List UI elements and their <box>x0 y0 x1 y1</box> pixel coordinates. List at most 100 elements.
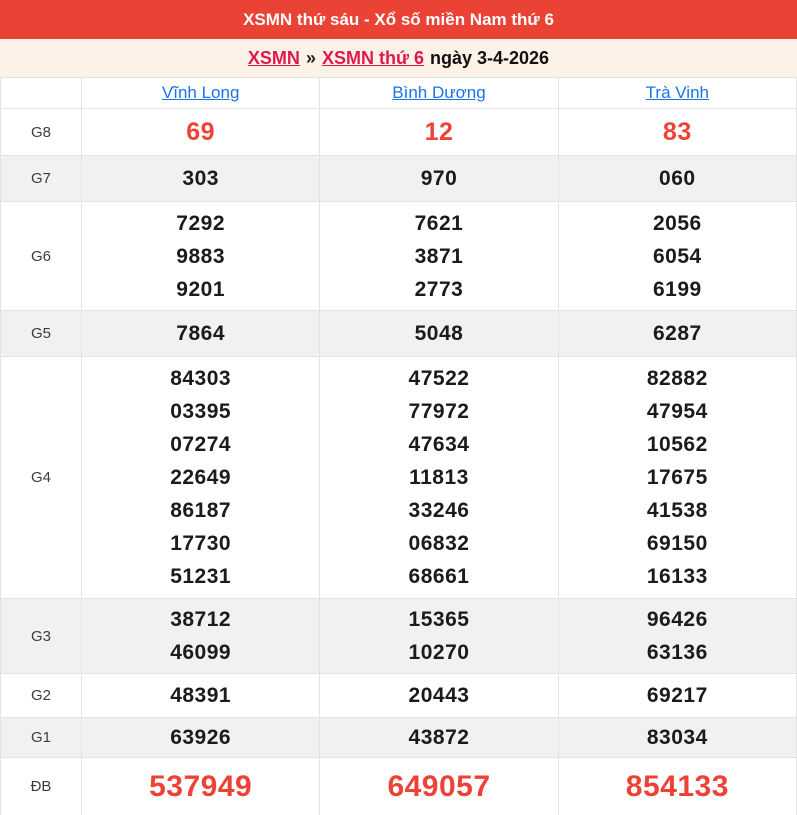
result-number: 7864 <box>176 322 226 345</box>
result-cell-G2-col2: 20443 <box>319 673 559 718</box>
result-number: 9201 <box>176 277 226 301</box>
result-cell-G5-col1: 7864 <box>80 310 321 357</box>
page-title-bar: XSMN thứ sáu - Xổ số miền Nam thứ 6 <box>0 0 797 39</box>
prize-label-G8: G8 <box>0 108 82 156</box>
result-number: 63926 <box>170 726 232 749</box>
result-number: 7292 <box>176 211 226 235</box>
result-cell-G4-col1: 84303 03395 07274 22649 86187 17730 51231 <box>80 356 321 599</box>
result-number: 15365 <box>408 608 470 631</box>
result-cell-G8-col3: 83 <box>557 108 797 156</box>
prize-label-G7: G7 <box>0 155 82 202</box>
result-number: 43872 <box>408 726 470 749</box>
result-cell-G4-col3: 82882 47954 10562 17675 41538 69150 16133 <box>557 356 797 599</box>
result-number: 7621 <box>414 211 464 235</box>
prize-row-G3: G3 38712 46099 15365 10270 96426 63136 <box>0 598 797 674</box>
breadcrumb-link-xsmn[interactable]: XSMN <box>248 48 300 69</box>
result-number: 69 <box>186 117 216 146</box>
result-cell-ĐB-col3: 854133 <box>557 757 797 815</box>
result-number: 06832 <box>408 532 470 555</box>
province-link-vinh-long[interactable]: Vĩnh Long <box>162 83 240 102</box>
prize-label-ĐB: ĐB <box>0 757 82 815</box>
result-number: 77972 <box>408 400 470 423</box>
page-title: XSMN thứ sáu - Xổ số miền Nam thứ 6 <box>243 9 554 29</box>
province-header-vinh-long: Vĩnh Long <box>80 77 321 109</box>
prize-row-G1: G1 63926 43872 83034 <box>0 717 797 758</box>
breadcrumb: XSMN » XSMN thứ 6 ngày 3-4-2026 <box>0 39 797 77</box>
result-cell-G8-col1: 69 <box>80 108 321 156</box>
result-number: 47634 <box>408 433 470 456</box>
result-number: 9883 <box>176 244 226 268</box>
result-number: 46099 <box>170 641 232 664</box>
result-cell-G8-col2: 12 <box>319 108 559 156</box>
prize-label-G1: G1 <box>0 717 82 758</box>
prize-row-ĐB: ĐB 537949 649057 854133 <box>0 757 797 815</box>
result-number: 303 <box>182 167 219 190</box>
result-number: 38712 <box>170 608 232 631</box>
prize-label-G3: G3 <box>0 598 82 674</box>
prize-label-G4: G4 <box>0 356 82 599</box>
result-cell-G2-col1: 48391 <box>80 673 321 718</box>
result-cell-G3-col3: 96426 63136 <box>557 598 797 674</box>
result-cell-G2-col3: 69217 <box>557 673 797 718</box>
province-link-tra-vinh[interactable]: Trà Vinh <box>646 83 709 102</box>
lottery-results-page: XSMN thứ sáu - Xổ số miền Nam thứ 6 XSMN… <box>0 0 797 815</box>
result-cell-G5-col2: 5048 <box>319 310 559 357</box>
result-cell-G6-col2: 7621 3871 2773 <box>319 201 559 311</box>
result-number: 47954 <box>646 400 708 423</box>
result-number: 17675 <box>646 466 708 489</box>
result-number: 6199 <box>652 277 702 301</box>
result-number: 6054 <box>652 244 702 268</box>
results-table: Vĩnh Long Bình Dương Trà Vinh G8 69 12 83 G7… <box>0 77 797 815</box>
result-cell-ĐB-col2: 649057 <box>319 757 559 815</box>
result-number: 854133 <box>625 770 729 803</box>
result-cell-G6-col3: 2056 6054 6199 <box>557 201 797 311</box>
result-number: 07274 <box>170 433 232 456</box>
result-number: 970 <box>420 167 458 190</box>
province-header-row: Vĩnh Long Bình Dương Trà Vinh <box>0 77 797 109</box>
result-number: 060 <box>659 167 696 190</box>
result-number: 649057 <box>387 770 491 803</box>
result-cell-G5-col3: 6287 <box>557 310 797 357</box>
result-cell-G7-col3: 060 <box>557 155 797 202</box>
prize-label-G2: G2 <box>0 673 82 718</box>
prize-column-header <box>0 77 82 109</box>
result-number: 10562 <box>646 433 708 456</box>
result-number: 33246 <box>408 499 470 522</box>
result-number: 48391 <box>170 684 232 707</box>
prize-row-G8: G8 69 12 83 <box>0 108 797 156</box>
province-link-binh-duong[interactable]: Bình Dương <box>392 83 485 102</box>
result-number: 22649 <box>170 466 232 489</box>
prize-row-G7: G7 303 970 060 <box>0 155 797 202</box>
result-number: 16133 <box>646 565 708 588</box>
result-cell-G1-col3: 83034 <box>557 717 797 758</box>
result-number: 63136 <box>646 641 708 664</box>
prize-row-G4: G4 84303 03395 07274 22649 86187 17730 51231 475… <box>0 356 797 599</box>
prize-row-G5: G5 7864 5048 6287 <box>0 310 797 357</box>
result-number: 2056 <box>652 211 702 235</box>
result-number: 82882 <box>646 367 708 390</box>
result-cell-G7-col1: 303 <box>80 155 321 202</box>
result-number: 5048 <box>414 322 464 345</box>
breadcrumb-link-xsmn-thu-6[interactable]: XSMN thứ 6 <box>322 48 424 69</box>
result-number: 537949 <box>149 770 253 803</box>
prize-label-G6: G6 <box>0 201 82 311</box>
result-number: 83034 <box>646 726 708 749</box>
prize-row-G6: G6 7292 9883 9201 7621 3871 2773 2056 6054 6199 <box>0 201 797 311</box>
result-number: 83 <box>662 117 692 146</box>
result-number: 3871 <box>414 244 464 268</box>
result-cell-G1-col1: 63926 <box>80 717 321 758</box>
result-cell-G7-col2: 970 <box>319 155 559 202</box>
result-number: 12 <box>424 117 454 146</box>
result-number: 03395 <box>170 400 232 423</box>
province-header-tra-vinh: Trà Vinh <box>557 77 797 109</box>
result-cell-G3-col2: 15365 10270 <box>319 598 559 674</box>
result-number: 2773 <box>414 277 464 301</box>
province-header-binh-duong: Bình Dương <box>319 77 559 109</box>
result-cell-G6-col1: 7292 9883 9201 <box>80 201 321 311</box>
result-number: 20443 <box>408 684 470 707</box>
result-number: 47522 <box>408 367 470 390</box>
result-number: 17730 <box>170 532 232 555</box>
prize-label-G5: G5 <box>0 310 82 357</box>
result-number: 10270 <box>408 641 470 664</box>
result-number: 96426 <box>646 608 708 631</box>
